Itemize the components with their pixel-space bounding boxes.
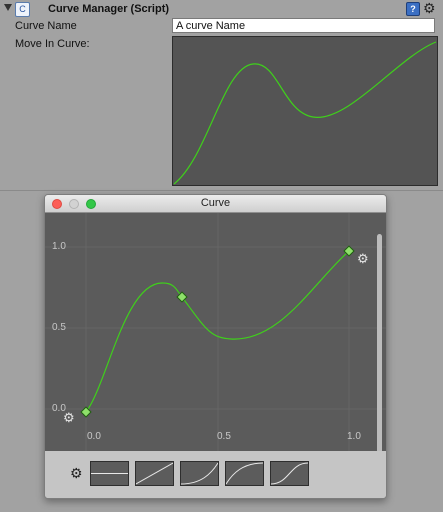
preset-ease-in-out-button[interactable] [270,461,309,486]
preset-constant-button[interactable] [90,461,129,486]
x-axis-label: 0.5 [217,431,231,442]
post-wrap-mode-gear-icon[interactable]: ⚙ [357,252,369,265]
grid-lines [45,213,386,451]
y-axis-label: 1.0 [52,241,66,252]
curve-name-field[interactable]: A curve Name [172,18,435,33]
curve-editor-window: Curve 1.0 0.5 0.0 0.0 0.5 1.0 ⚙ ⚙ ⚙ [44,194,387,499]
y-axis-label: 0.5 [52,322,66,333]
preset-ease-out-button[interactable] [225,461,264,486]
curve-name-label: Curve Name [15,20,77,32]
x-axis-label: 1.0 [347,431,361,442]
curve-graph-area[interactable]: 1.0 0.5 0.0 0.0 0.5 1.0 ⚙ ⚙ [45,213,386,464]
move-in-curve-label: Move In Curve: [15,38,90,50]
window-titlebar[interactable]: Curve [45,195,386,213]
curve-graph-svg [45,213,386,451]
window-title: Curve [200,197,231,209]
curve-presets-bar: ⚙ [45,451,386,498]
preset-linear-button[interactable] [135,461,174,486]
script-icon: C [15,2,30,17]
gear-icon[interactable]: ⚙ [423,0,436,16]
pre-wrap-mode-gear-icon[interactable]: ⚙ [63,411,75,424]
preset-ease-in-out-icon [270,462,309,485]
keyframe-point[interactable] [176,291,188,303]
foldout-arrow-icon[interactable] [4,4,12,11]
preset-ease-out-icon [225,462,264,485]
curve-preview-line [173,41,437,185]
preset-constant-icon [91,473,128,474]
component-header: C Curve Manager (Script) ? ⚙ [0,0,443,18]
help-book-icon[interactable]: ? [406,2,420,16]
preset-ease-in-icon [180,462,219,485]
preset-ease-in-button[interactable] [180,461,219,486]
curve-field-preview[interactable] [172,36,438,186]
preset-linear-icon [135,462,174,485]
section-divider [0,190,443,191]
component-title: Curve Manager (Script) [48,3,170,15]
vertical-scrollbar[interactable] [377,234,382,462]
x-axis-label: 0.0 [87,431,101,442]
curve-preview-svg [173,41,437,185]
presets-gear-icon[interactable]: ⚙ [70,465,83,482]
